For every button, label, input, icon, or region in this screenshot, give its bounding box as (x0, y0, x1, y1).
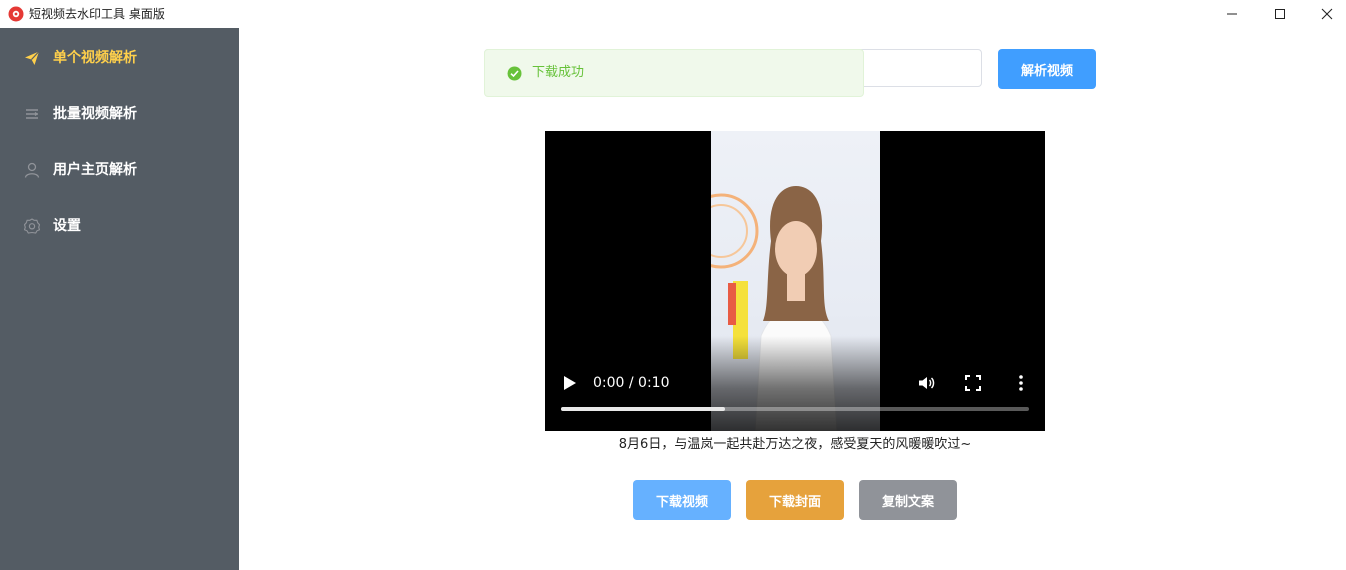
sidebar-item-label: 设置 (53, 218, 81, 234)
sidebar-item-label: 用户主页解析 (53, 162, 137, 178)
gear-icon (24, 218, 40, 234)
maximize-icon (1275, 9, 1285, 19)
sidebar-item-label: 批量视频解析 (53, 106, 137, 122)
sidebar-item-user-profile[interactable]: 用户主页解析 (0, 142, 239, 198)
fullscreen-icon[interactable] (965, 375, 981, 391)
paper-plane-icon (25, 51, 40, 65)
close-icon (1321, 8, 1333, 20)
sidebar-item-single-video[interactable]: 单个视频解析 (0, 30, 239, 86)
success-toast: 下载成功 (484, 49, 864, 97)
video-progress-fill (561, 407, 725, 411)
list-icon (26, 109, 38, 119)
parse-video-button[interactable]: 解析视频 (998, 49, 1096, 89)
sidebar-item-label: 单个视频解析 (53, 50, 137, 66)
window-title: 短视频去水印工具 桌面版 (29, 7, 165, 21)
close-button[interactable] (1304, 0, 1346, 28)
minimize-button[interactable] (1209, 0, 1255, 28)
sidebar-item-batch-video[interactable]: 批量视频解析 (0, 86, 239, 142)
title-bar: 短视频去水印工具 桌面版 (0, 0, 1346, 28)
minimize-icon (1227, 13, 1237, 15)
more-vertical-icon[interactable] (1014, 374, 1028, 392)
maximize-button[interactable] (1257, 0, 1303, 28)
user-icon (24, 162, 40, 178)
app-logo-icon (8, 6, 24, 22)
video-player[interactable]: 0:00 / 0:10 (545, 131, 1045, 431)
play-icon[interactable] (563, 375, 577, 391)
video-progress-bar[interactable] (561, 407, 1029, 411)
volume-icon[interactable] (917, 374, 935, 392)
toast-message: 下载成功 (532, 65, 585, 80)
sidebar-item-settings[interactable]: 设置 (0, 198, 239, 254)
video-caption: 8月6日，与温岚一起共赴万达之夜，感受夏天的风暖暖吹过~ (618, 437, 972, 452)
download-video-button[interactable]: 下载视频 (633, 480, 731, 520)
copy-text-button[interactable]: 复制文案 (859, 480, 957, 520)
download-cover-button[interactable]: 下载封面 (746, 480, 844, 520)
check-circle-icon (507, 66, 522, 81)
sidebar: 单个视频解析 批量视频解析 用户主页解析 设置 (0, 28, 239, 570)
video-time: 0:00 / 0:10 (593, 375, 670, 391)
